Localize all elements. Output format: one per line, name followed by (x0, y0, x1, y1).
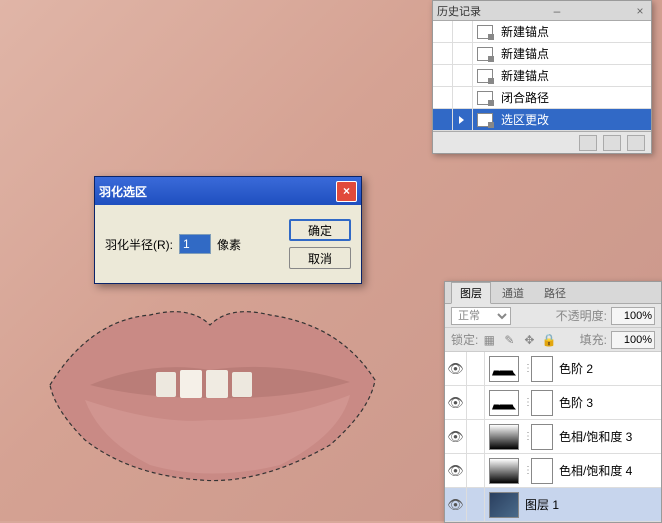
history-eye-slot[interactable] (433, 43, 453, 64)
history-brush-slot[interactable] (453, 21, 473, 42)
layer-name[interactable]: 色阶 2 (557, 360, 593, 377)
layer-thumb[interactable] (489, 356, 519, 382)
layer-mask-thumb[interactable] (531, 424, 553, 450)
dialog-title: 羽化选区 (99, 183, 147, 200)
link-slot[interactable] (467, 488, 485, 521)
layer-row[interactable]: 👁 图层 1 (445, 488, 661, 522)
selection-marquee-lips (30, 290, 390, 490)
layer-thumb[interactable] (489, 458, 519, 484)
visibility-icon[interactable]: 👁 (445, 352, 467, 385)
history-brush-slot[interactable] (453, 65, 473, 86)
lock-row: 锁定: ▦ ✎ ✥ 🔒 填充: (445, 328, 661, 352)
blend-mode-select[interactable]: 正常 (451, 307, 511, 325)
layer-row[interactable]: 👁 ⋮ 色相/饱和度 4 (445, 454, 661, 488)
ok-button[interactable]: 确定 (289, 219, 351, 241)
layer-mask-thumb[interactable] (531, 390, 553, 416)
feather-dialog: 羽化选区 × 羽化半径(R): 像素 确定 取消 (94, 176, 362, 284)
history-item-label: 闭合路径 (497, 89, 549, 106)
history-step-icon (477, 25, 493, 39)
trash-icon[interactable] (627, 135, 645, 151)
link-slot[interactable] (467, 386, 485, 419)
layers-tabs: 图层 通道 路径 (445, 282, 661, 304)
fill-input[interactable] (611, 331, 655, 349)
layer-row[interactable]: 👁 ⋮ 色阶 3 (445, 386, 661, 420)
history-panel-header[interactable]: 历史记录 – × (433, 1, 651, 21)
history-eye-slot[interactable] (433, 65, 453, 86)
radius-label: 羽化半径(R): (105, 236, 173, 253)
new-snapshot-icon[interactable] (579, 135, 597, 151)
history-list: 新建锚点 新建锚点 新建锚点 闭合路径 选区更改 (433, 21, 651, 131)
lock-move-icon[interactable]: ✥ (522, 333, 536, 347)
blend-row: 正常 不透明度: (445, 304, 661, 328)
history-item[interactable]: 闭合路径 (433, 87, 651, 109)
lock-transparent-icon[interactable]: ▦ (482, 333, 496, 347)
opacity-input[interactable] (611, 307, 655, 325)
layer-name[interactable]: 色阶 3 (557, 394, 593, 411)
play-icon (459, 116, 464, 124)
link-slot[interactable] (467, 420, 485, 453)
visibility-icon[interactable]: 👁 (445, 420, 467, 453)
radius-input[interactable] (179, 234, 211, 254)
history-item-label: 新建锚点 (497, 45, 549, 62)
cancel-button[interactable]: 取消 (289, 247, 351, 269)
history-step-icon (477, 47, 493, 61)
history-tab[interactable]: 历史记录 (437, 3, 481, 19)
layer-name[interactable]: 色相/饱和度 4 (557, 462, 632, 479)
tab-layers[interactable]: 图层 (451, 282, 491, 304)
tab-channels[interactable]: 通道 (493, 282, 533, 304)
lock-all-icon[interactable]: 🔒 (542, 333, 556, 347)
history-item[interactable]: 新建锚点 (433, 21, 651, 43)
link-slot[interactable] (467, 352, 485, 385)
history-item[interactable]: 新建锚点 (433, 43, 651, 65)
history-eye-slot[interactable] (433, 109, 453, 130)
tab-paths[interactable]: 路径 (535, 282, 575, 304)
lock-brush-icon[interactable]: ✎ (502, 333, 516, 347)
dialog-titlebar[interactable]: 羽化选区 × (95, 177, 361, 205)
history-eye-slot[interactable] (433, 21, 453, 42)
layers-panel: 图层 通道 路径 正常 不透明度: 锁定: ▦ ✎ ✥ 🔒 填充: 👁 ⋮ 色阶… (444, 281, 662, 523)
layer-row[interactable]: 👁 ⋮ 色阶 2 (445, 352, 661, 386)
history-item-label: 新建锚点 (497, 67, 549, 84)
layer-thumb[interactable] (489, 492, 519, 518)
visibility-icon[interactable]: 👁 (445, 454, 467, 487)
layer-row[interactable]: 👁 ⋮ 色相/饱和度 3 (445, 420, 661, 454)
layer-thumb[interactable] (489, 424, 519, 450)
history-step-icon (477, 69, 493, 83)
opacity-label: 不透明度: (556, 307, 607, 324)
history-item-label: 新建锚点 (497, 23, 549, 40)
history-item-label: 选区更改 (497, 111, 549, 128)
close-button[interactable]: × (336, 181, 357, 202)
dialog-body: 羽化半径(R): 像素 确定 取消 (95, 205, 361, 283)
history-brush-slot[interactable] (453, 87, 473, 108)
history-footer (433, 131, 651, 153)
history-item[interactable]: 选区更改 (433, 109, 651, 131)
lock-label: 锁定: (451, 331, 478, 348)
history-step-icon (477, 113, 493, 127)
fill-label: 填充: (580, 331, 607, 348)
history-step-icon (477, 91, 493, 105)
layer-name[interactable]: 色相/饱和度 3 (557, 428, 632, 445)
minimize-icon[interactable]: – (550, 4, 564, 18)
close-icon[interactable]: × (633, 4, 647, 18)
history-eye-slot[interactable] (433, 87, 453, 108)
history-brush-slot[interactable] (453, 109, 473, 130)
link-icon: ⋮ (523, 431, 531, 442)
link-icon: ⋮ (523, 465, 531, 476)
layer-mask-thumb[interactable] (531, 458, 553, 484)
link-icon: ⋮ (523, 397, 531, 408)
link-icon: ⋮ (523, 363, 531, 374)
layer-name[interactable]: 图层 1 (523, 496, 559, 513)
link-slot[interactable] (467, 454, 485, 487)
radius-unit: 像素 (217, 236, 241, 253)
layer-thumb[interactable] (489, 390, 519, 416)
new-document-icon[interactable] (603, 135, 621, 151)
history-brush-slot[interactable] (453, 43, 473, 64)
layer-mask-thumb[interactable] (531, 356, 553, 382)
history-item[interactable]: 新建锚点 (433, 65, 651, 87)
visibility-icon[interactable]: 👁 (445, 386, 467, 419)
history-panel: 历史记录 – × 新建锚点 新建锚点 新建锚点 闭合路径 选区更改 (432, 0, 652, 154)
visibility-icon[interactable]: 👁 (445, 488, 467, 521)
layer-list: 👁 ⋮ 色阶 2👁 ⋮ 色阶 3👁 ⋮ 色相/饱和度 3👁 ⋮ 色相/饱和度 4… (445, 352, 661, 522)
